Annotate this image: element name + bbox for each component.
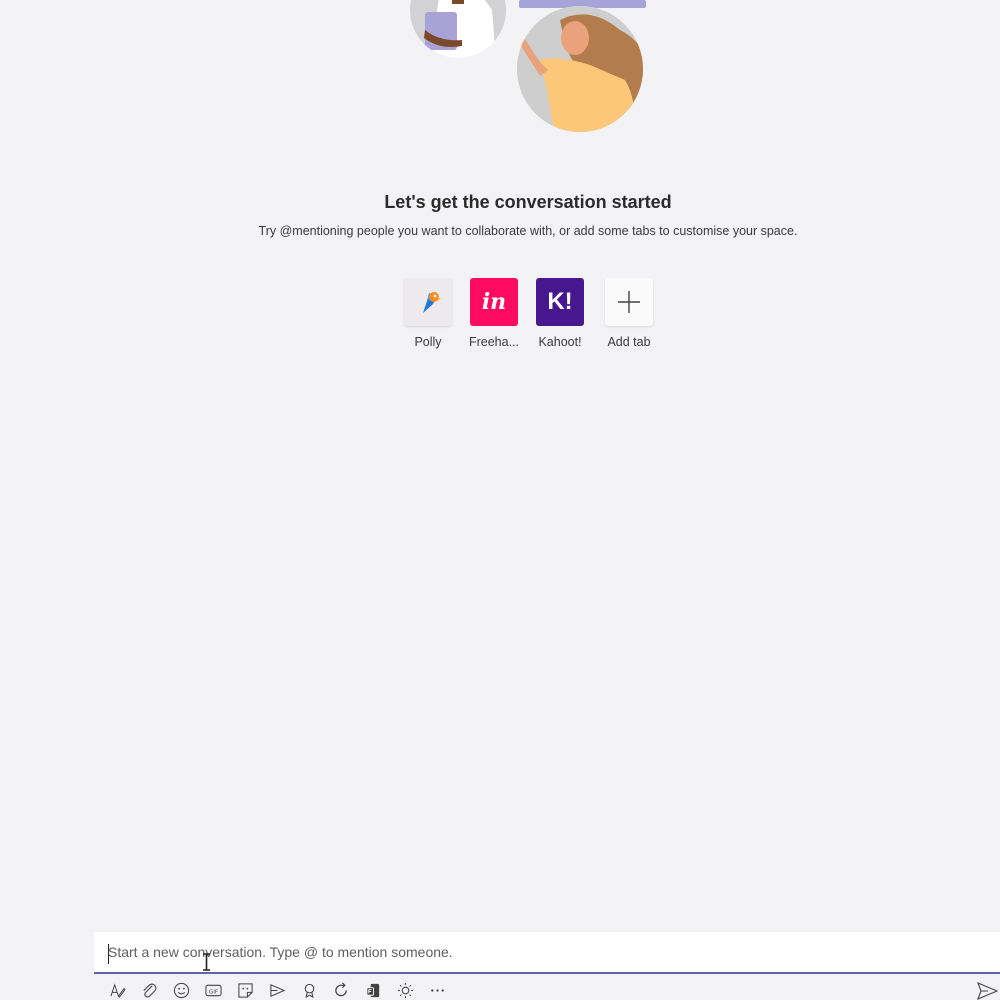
ibeam-cursor-icon bbox=[203, 953, 210, 971]
message-input[interactable] bbox=[94, 932, 1000, 972]
freehand-app-icon: in bbox=[470, 278, 518, 326]
loop-icon[interactable] bbox=[330, 980, 352, 1000]
send-icon[interactable] bbox=[976, 982, 998, 1000]
kahoot-app-icon: K! bbox=[536, 278, 584, 326]
empty-state-subtitle: Try @mentioning people you want to colla… bbox=[258, 224, 798, 238]
meet-now-icon[interactable] bbox=[266, 980, 288, 1000]
add-tab-button[interactable]: Add tab bbox=[594, 278, 664, 349]
app-label: Polly bbox=[414, 335, 442, 349]
polly-app-icon bbox=[404, 278, 452, 326]
forms-icon[interactable] bbox=[362, 980, 384, 1000]
app-freehand[interactable]: in Freeha... bbox=[459, 278, 529, 349]
praise-icon[interactable] bbox=[298, 980, 320, 1000]
attach-icon[interactable] bbox=[138, 980, 160, 1000]
plus-icon bbox=[605, 278, 653, 326]
suggested-apps: Polly in Freeha... K! Kahoot! Add tab bbox=[0, 278, 1000, 358]
welcome-illustration bbox=[410, 0, 646, 132]
app-label: Add tab bbox=[607, 335, 651, 349]
format-icon[interactable] bbox=[106, 980, 128, 1000]
sticker-icon[interactable] bbox=[234, 980, 256, 1000]
app-polly[interactable]: Polly bbox=[393, 278, 463, 349]
svg-text:GIF: GIF bbox=[208, 989, 217, 995]
app-label: Freeha... bbox=[468, 335, 520, 349]
more-options-icon[interactable] bbox=[426, 980, 448, 1000]
empty-state-title: Let's get the conversation started bbox=[384, 192, 672, 212]
emoji-icon[interactable] bbox=[170, 980, 192, 1000]
compose-box bbox=[94, 932, 1000, 974]
app-label: Kahoot! bbox=[538, 335, 582, 349]
gif-icon[interactable]: GIF bbox=[202, 980, 224, 1000]
compose-toolbar: GIF bbox=[94, 980, 1000, 1000]
app-kahoot[interactable]: K! Kahoot! bbox=[525, 278, 595, 349]
brightness-icon[interactable] bbox=[394, 980, 416, 1000]
text-caret bbox=[108, 944, 109, 964]
